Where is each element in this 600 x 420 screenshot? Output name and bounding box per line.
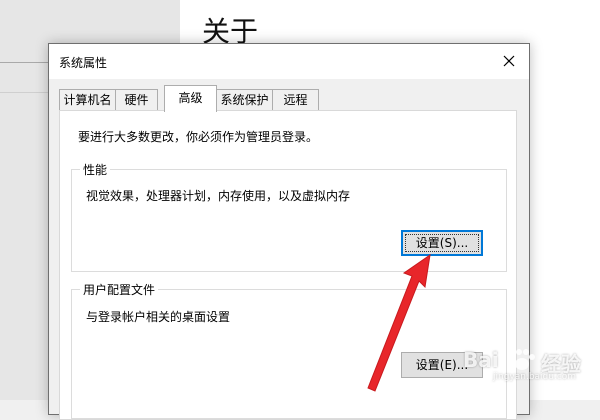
baidu-watermark: Bai 经验 jingyan.baidu.com xyxy=(463,342,593,382)
paw-icon xyxy=(510,349,535,370)
watermark-url: jingyan.baidu.com xyxy=(493,372,577,382)
annotation-arrow xyxy=(367,253,431,392)
watermark-text: Bai xyxy=(463,348,499,372)
